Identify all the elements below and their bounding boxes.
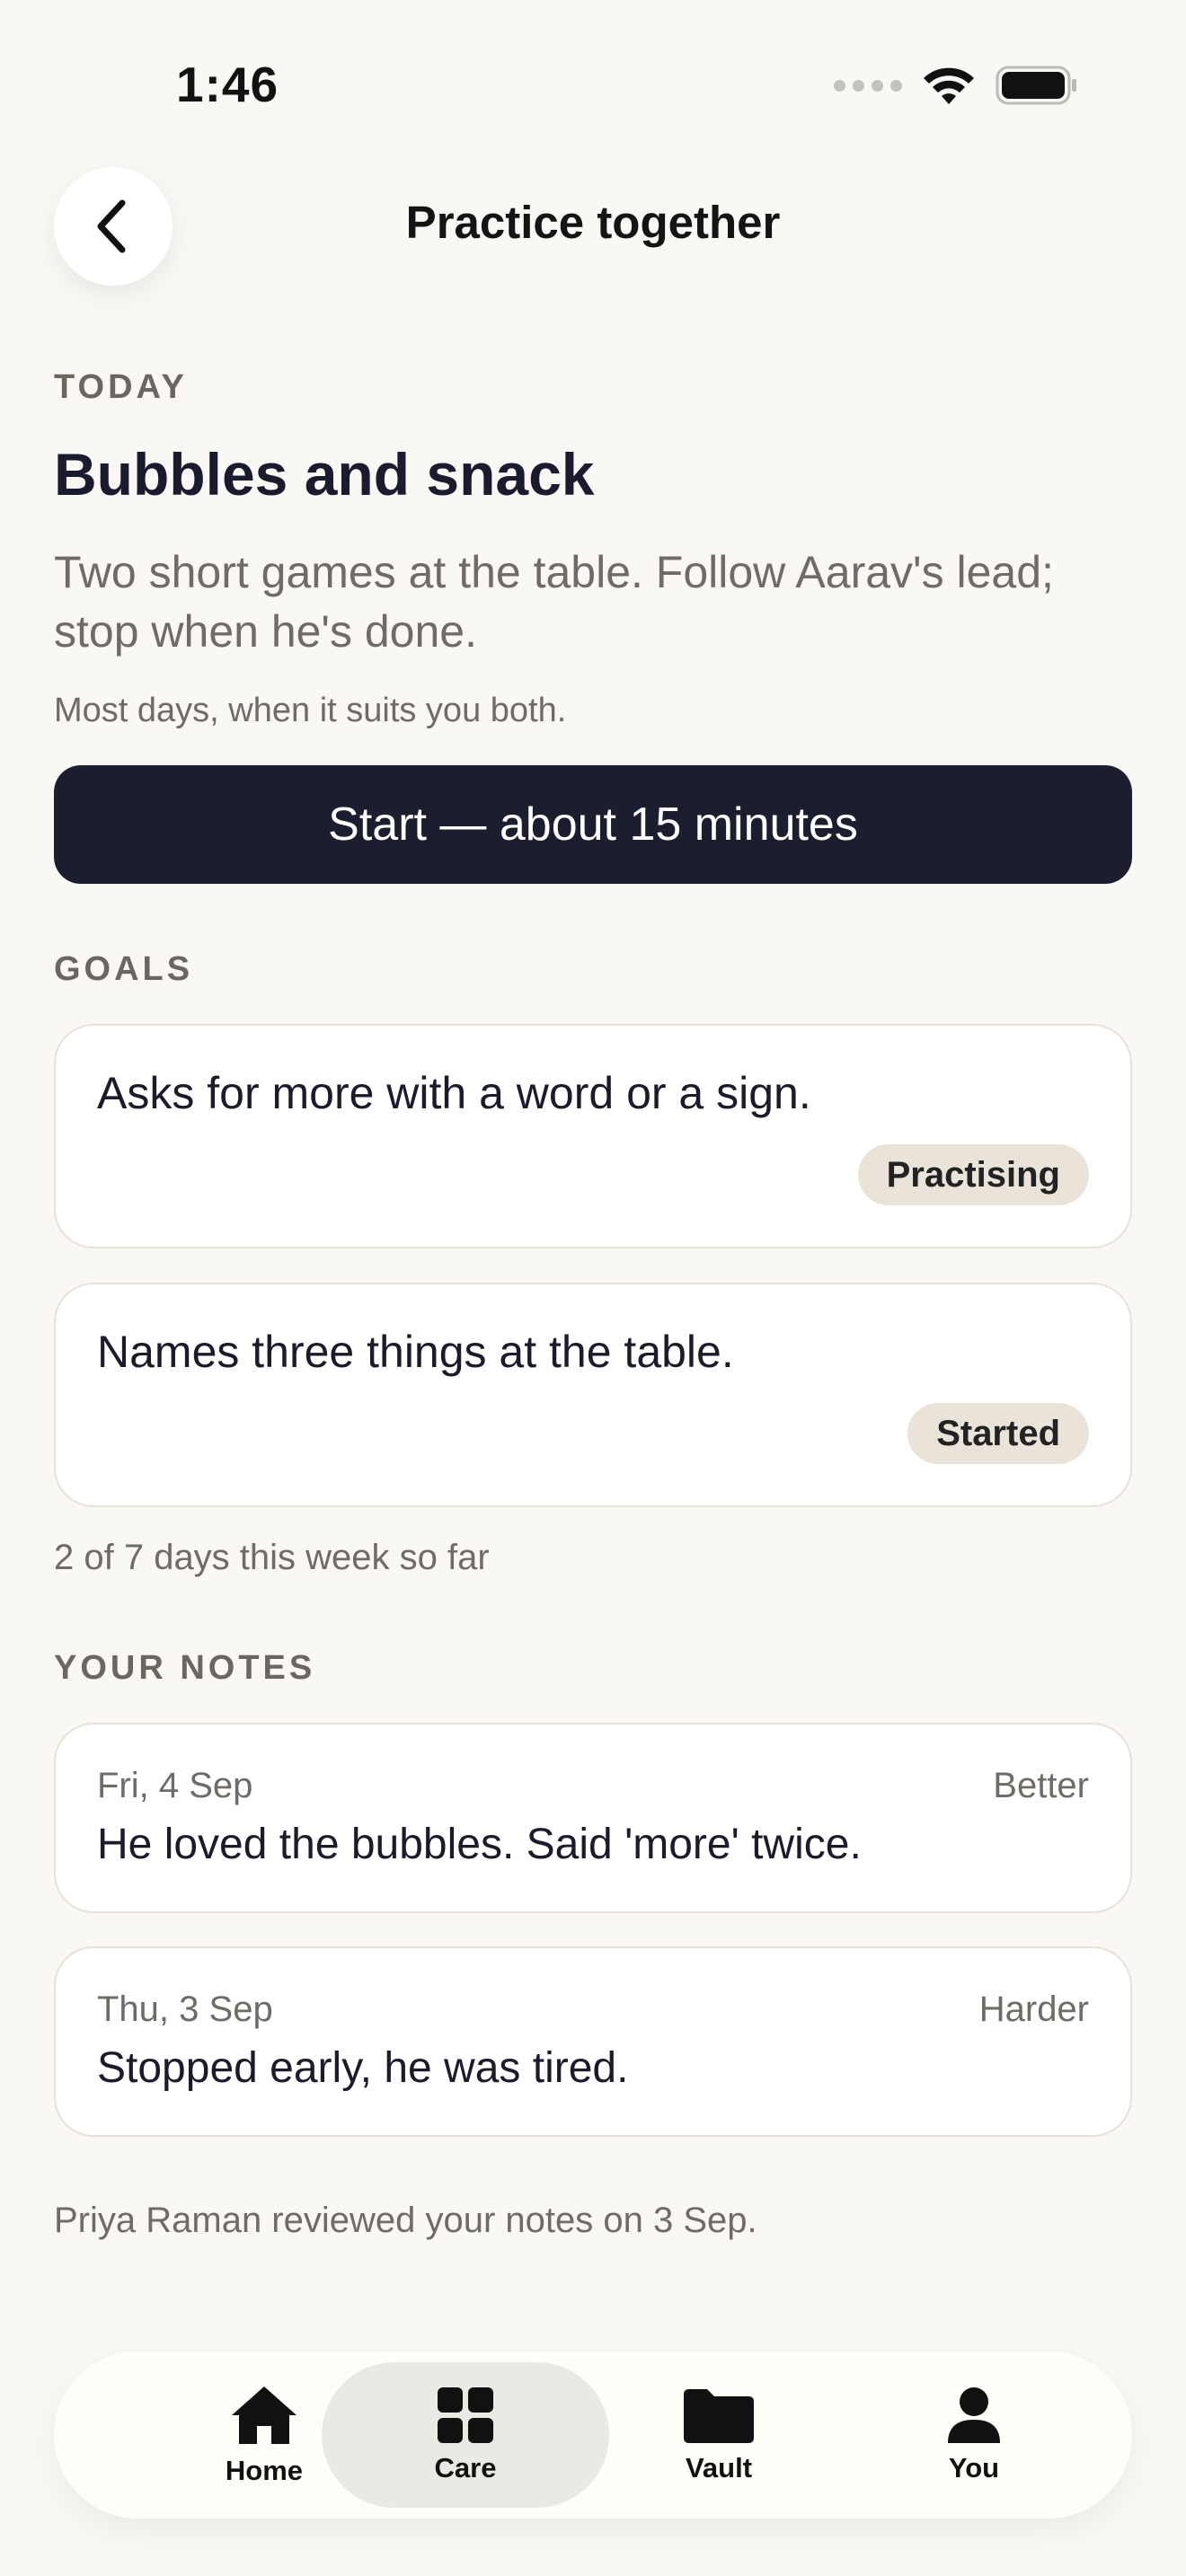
- plan-title: Bubbles and snack: [54, 441, 595, 507]
- tab-you[interactable]: You: [830, 2362, 1118, 2508]
- home-icon: [232, 2386, 296, 2444]
- status-icons: [834, 65, 1078, 106]
- goal-text: Names three things at the table.: [97, 1327, 734, 1377]
- goal-card: Names three things at the table. Started: [54, 1283, 1132, 1507]
- today-section-label: TODAY: [54, 368, 188, 406]
- note-card[interactable]: Thu, 3 Sep Harder Stopped early, he was …: [54, 1946, 1132, 2137]
- note-date: Fri, 4 Sep: [97, 1766, 253, 1805]
- tab-home-label: Home: [225, 2455, 304, 2486]
- bottom-tab-bar: Home Care Vault You: [54, 2351, 1132, 2519]
- start-button[interactable]: Start — about 15 minutes: [54, 765, 1132, 884]
- grid-icon: [438, 2387, 493, 2443]
- tab-care[interactable]: Care: [322, 2362, 609, 2508]
- page-title: Practice together: [405, 197, 781, 248]
- person-icon: [948, 2387, 1000, 2443]
- plan-description: Two short games at the table. Follow Aar…: [54, 547, 1054, 657]
- note-rating: Harder: [978, 1989, 1089, 2029]
- note-rating: Better: [993, 1766, 1089, 1805]
- frequency-text: Most days, when it suits you both.: [54, 692, 567, 729]
- goal-status-badge: Started: [907, 1403, 1089, 1464]
- battery-icon: [996, 66, 1076, 105]
- note-card[interactable]: Fri, 4 Sep Better He loved the bubbles. …: [54, 1723, 1132, 1913]
- wifi-icon: [924, 67, 974, 104]
- goal-card: Asks for more with a word or a sign. Pra…: [54, 1024, 1132, 1248]
- tab-care-label: Care: [434, 2452, 497, 2483]
- note-date: Thu, 3 Sep: [97, 1989, 273, 2029]
- reviewed-by-text: Priya Raman reviewed your notes on 3 Sep…: [54, 2201, 757, 2240]
- cellular-signal-icon: [834, 79, 902, 92]
- weekly-progress-text: 2 of 7 days this week so far: [54, 1538, 490, 1577]
- goal-text: Asks for more with a word or a sign.: [97, 1068, 811, 1118]
- goals-section-label: GOALS: [54, 950, 194, 988]
- tab-vault-label: Vault: [685, 2452, 753, 2483]
- goal-status-badge: Practising: [857, 1144, 1089, 1205]
- folder-icon: [684, 2389, 754, 2443]
- note-text: He loved the bubbles. Said 'more' twice.: [97, 1821, 862, 1868]
- note-text: Stopped early, he was tired.: [97, 2044, 629, 2092]
- status-time: 1:46: [176, 57, 279, 112]
- tab-vault[interactable]: Vault: [575, 2362, 863, 2508]
- notes-section-label: YOUR NOTES: [54, 1649, 316, 1687]
- tab-you-label: You: [948, 2452, 1000, 2483]
